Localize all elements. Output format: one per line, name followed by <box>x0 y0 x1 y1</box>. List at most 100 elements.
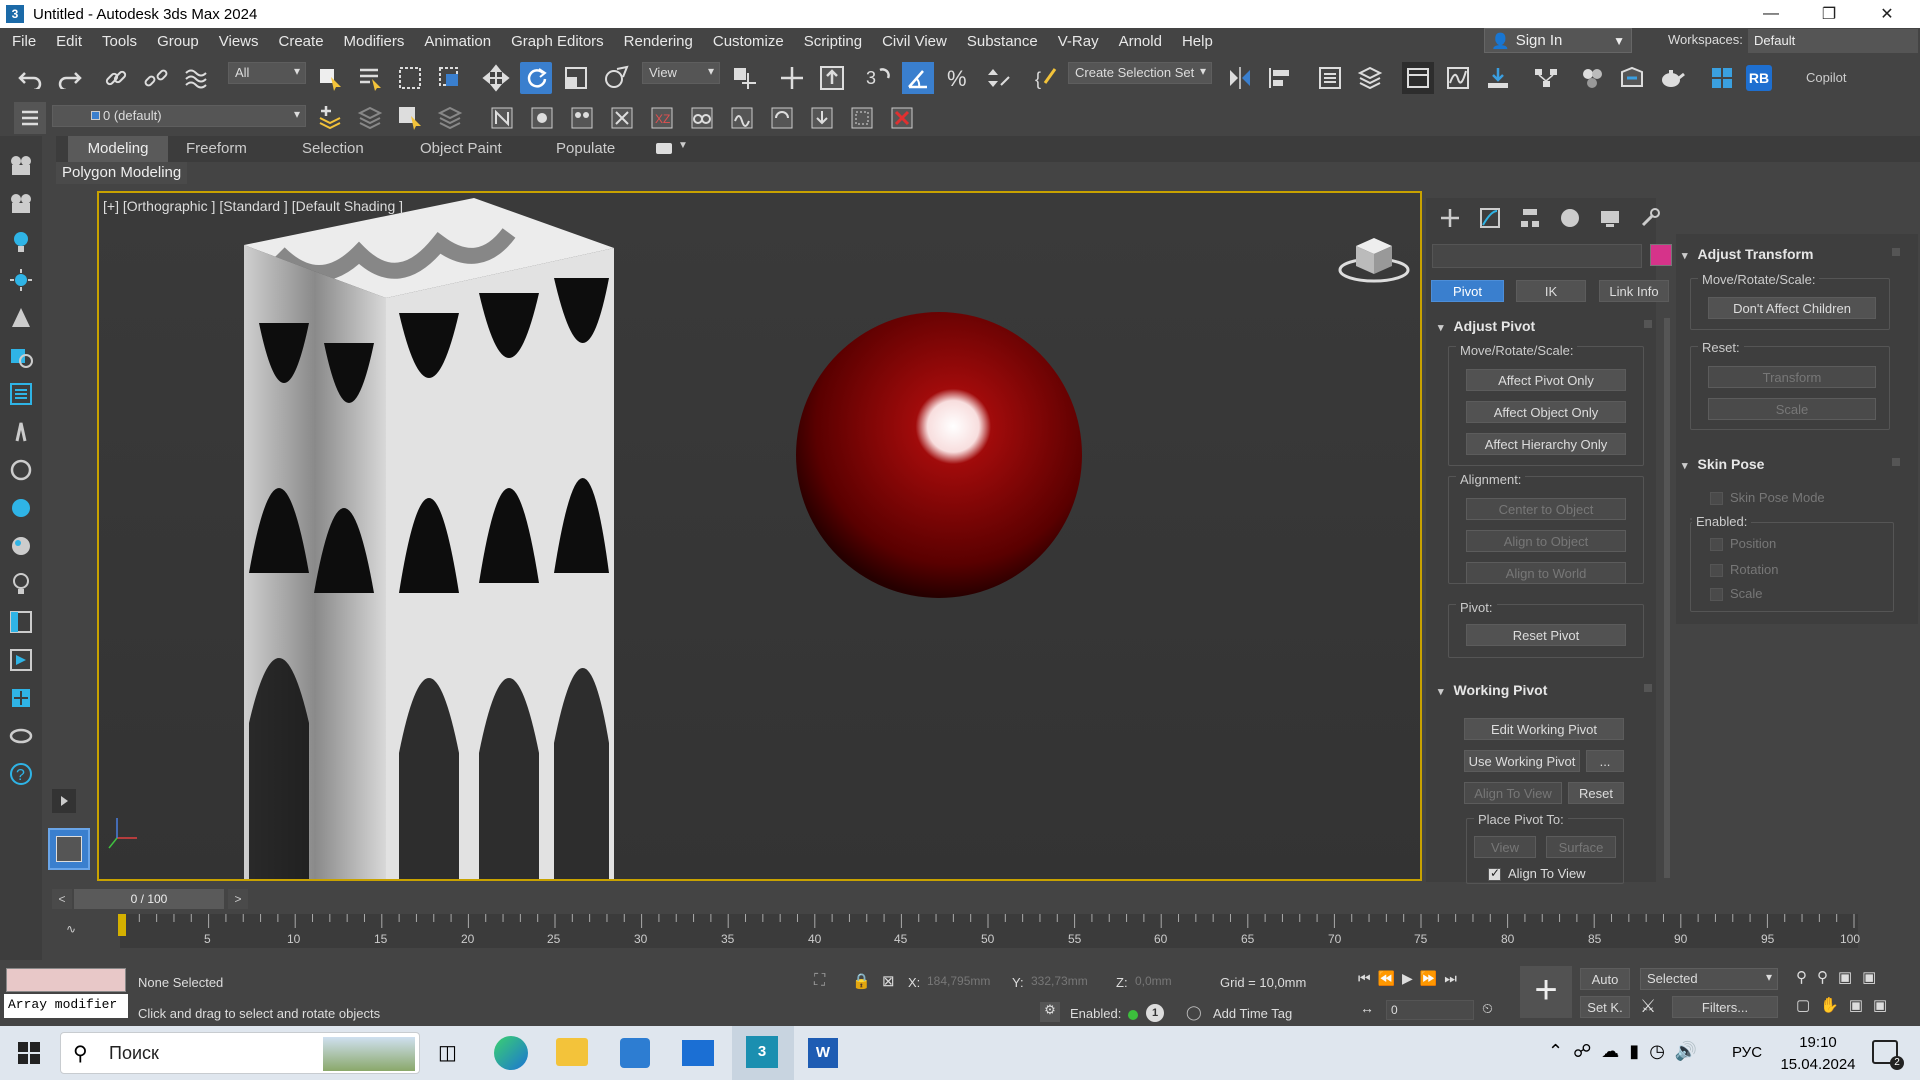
rollout-grip-icon[interactable] <box>1892 248 1900 256</box>
key-mode-toggle-icon[interactable]: ↔ <box>1360 1000 1374 1016</box>
delete-tool-icon[interactable] <box>886 102 918 134</box>
layer-manager-icon[interactable] <box>14 102 46 134</box>
menu-scripting[interactable]: Scripting <box>794 28 872 56</box>
motion-panel-icon[interactable] <box>1554 202 1586 234</box>
time-tag-icon[interactable]: ◯ <box>1186 1004 1202 1021</box>
notifications-icon[interactable]: 2 <box>1872 1040 1904 1070</box>
create-light-icon[interactable] <box>5 226 37 258</box>
select-manipulate-icon[interactable] <box>776 62 808 94</box>
input-language[interactable]: РУС <box>1732 1044 1762 1061</box>
toolbar-tool-4-icon[interactable]: XZ <box>646 102 678 134</box>
tab-pivot[interactable]: Pivot <box>1431 280 1504 302</box>
info-icon[interactable]: 1 <box>1146 1004 1164 1022</box>
reset-scale-button[interactable]: Scale <box>1708 398 1876 420</box>
character-icon[interactable] <box>5 416 37 448</box>
tab-selection[interactable]: Selection <box>290 136 376 162</box>
toolbar-tool-7-icon[interactable] <box>766 102 798 134</box>
menu-edit[interactable]: Edit <box>46 28 92 56</box>
perspective-viewport[interactable] <box>97 191 1422 881</box>
sun-light-icon[interactable] <box>5 264 37 296</box>
mirror-icon[interactable] <box>1224 62 1256 94</box>
adaptive-degradation-icon[interactable]: ⚙ <box>1040 1002 1060 1022</box>
windows-start-icon[interactable] <box>18 1042 40 1068</box>
toolbar-tool-5-icon[interactable] <box>686 102 718 134</box>
key-filters-icon[interactable]: ⚔ <box>1640 996 1656 1017</box>
add-to-layer-icon[interactable] <box>354 102 386 134</box>
filters-button[interactable]: Filters... <box>1672 996 1778 1018</box>
menu-customize[interactable]: Customize <box>703 28 794 56</box>
named-selection-sets-dropdown[interactable]: Create Selection Set <box>1068 62 1212 84</box>
z-coordinate-field[interactable]: 0,0mm <box>1132 972 1204 992</box>
menu-substance[interactable]: Substance <box>957 28 1048 56</box>
clock-date[interactable]: 15.04.2024 <box>1778 1056 1858 1073</box>
skin-pose-scale-checkbox[interactable] <box>1710 588 1723 601</box>
tab-modeling[interactable]: Modeling <box>68 136 168 162</box>
rollout-grip-icon[interactable] <box>1644 684 1652 692</box>
current-layer-dropdown[interactable]: 0 (default) <box>52 105 306 127</box>
menu-help[interactable]: Help <box>1172 28 1223 56</box>
viewport-label[interactable]: [+] [Orthographic ] [Standard ] [Default… <box>103 198 403 214</box>
playback-controls[interactable]: ⏮⏪▶⏩⏭ <box>1358 970 1464 987</box>
create-camera-icon[interactable] <box>5 150 37 182</box>
time-configuration-icon[interactable]: ⏲ <box>1482 1000 1493 1017</box>
menu-views[interactable]: Views <box>209 28 269 56</box>
system-tray-icons[interactable]: ⌃☍☁▮◷🔊 <box>1548 1041 1707 1062</box>
affect-object-only-button[interactable]: Affect Object Only <box>1466 401 1626 423</box>
time-marker[interactable] <box>118 914 126 936</box>
helper-icon[interactable] <box>5 340 37 372</box>
toolbar-tool-1-icon[interactable] <box>526 102 558 134</box>
place-pivot-view-button[interactable]: View <box>1474 836 1536 858</box>
lock-icon[interactable]: 🔒 <box>852 972 871 990</box>
panel-scrollbar[interactable] <box>1664 318 1670 878</box>
menu-group[interactable]: Group <box>147 28 209 56</box>
steering-wheel-icon[interactable] <box>5 720 37 752</box>
spinner-snap-icon[interactable] <box>982 62 1014 94</box>
hierarchy-panel-icon[interactable] <box>1514 202 1546 234</box>
utilities-panel-icon[interactable] <box>1634 202 1666 234</box>
microsoft-store-icon[interactable] <box>620 1038 650 1068</box>
mail-icon[interactable] <box>682 1040 714 1066</box>
selection-filter-dropdown[interactable]: All <box>228 62 306 84</box>
undo-icon[interactable] <box>14 62 46 94</box>
align-icon[interactable] <box>1264 62 1296 94</box>
chevron-down-icon[interactable]: ▼ <box>678 140 688 151</box>
object-name-field[interactable] <box>1432 244 1642 268</box>
dope-sheet-icon[interactable] <box>1482 62 1514 94</box>
layer-explorer-icon[interactable] <box>1354 62 1386 94</box>
current-frame-field[interactable]: 0 <box>1386 1000 1474 1020</box>
add-time-tag-label[interactable]: Add Time Tag <box>1213 1006 1292 1021</box>
material-editor-icon[interactable] <box>1576 62 1608 94</box>
panel-icon[interactable] <box>5 606 37 638</box>
adjust-pivot-header[interactable]: Adjust Pivot <box>1438 318 1536 334</box>
menu-arnold[interactable]: Arnold <box>1109 28 1172 56</box>
time-slider[interactable]: < 0 / 100 > <box>52 889 1912 911</box>
rollout-grip-icon[interactable] <box>1644 320 1652 328</box>
bind-space-warp-icon[interactable] <box>180 62 212 94</box>
menu-graph-editors[interactable]: Graph Editors <box>501 28 614 56</box>
align-to-view-checkbox[interactable]: ✓ <box>1488 866 1501 881</box>
reset-transform-button[interactable]: Transform <box>1708 366 1876 388</box>
material-sphere-icon[interactable] <box>5 530 37 562</box>
rectangular-selection-icon[interactable] <box>394 62 426 94</box>
edit-working-pivot-button[interactable]: Edit Working Pivot <box>1464 718 1624 740</box>
object-color-swatch[interactable] <box>1650 244 1672 266</box>
populate-icon[interactable] <box>486 102 518 134</box>
curve-editor-icon[interactable] <box>1442 62 1474 94</box>
spot-light-icon[interactable] <box>5 302 37 334</box>
use-working-pivot-button[interactable]: Use Working Pivot <box>1464 750 1580 772</box>
select-in-layer-icon[interactable] <box>394 102 426 134</box>
time-slider-thumb[interactable]: 0 / 100 <box>74 889 224 909</box>
absolute-mode-icon[interactable]: ⊠ <box>882 972 895 990</box>
menu-animation[interactable]: Animation <box>414 28 501 56</box>
window-crossing-icon[interactable] <box>434 62 466 94</box>
scene-explorer-icon[interactable] <box>1314 62 1346 94</box>
toolbar-tool-6-icon[interactable] <box>726 102 758 134</box>
menu-rendering[interactable]: Rendering <box>614 28 703 56</box>
create-layer-icon[interactable] <box>314 102 346 134</box>
pivot-center-icon[interactable] <box>728 62 760 94</box>
tab-freeform[interactable]: Freeform <box>174 136 259 162</box>
auto-key-button[interactable]: Auto <box>1580 968 1630 990</box>
render-teapot-icon[interactable] <box>1656 62 1688 94</box>
render-frame-icon[interactable] <box>5 644 37 676</box>
align-to-object-button[interactable]: Align to Object <box>1466 530 1626 552</box>
